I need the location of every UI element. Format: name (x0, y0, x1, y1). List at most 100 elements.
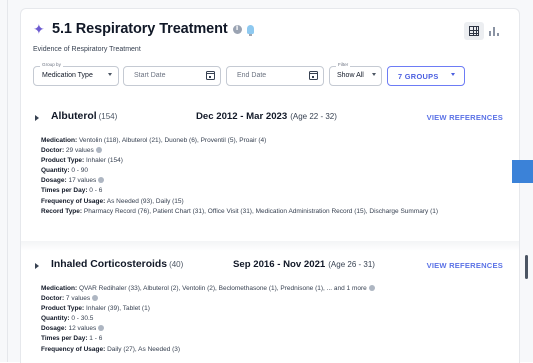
detail-value: Pharmacy Record (76), Patient Chart (31)… (83, 207, 439, 215)
end-date-field[interactable]: End Date (226, 66, 324, 86)
detail-row: Frequency of Usage: As Needed (93), Dail… (41, 197, 511, 207)
chart-view-button[interactable] (484, 22, 504, 40)
detail-row: Times per Day: 1 - 6 (41, 334, 511, 344)
end-date-placeholder: End Date (237, 72, 267, 79)
detail-value: Inhaler (154) (86, 157, 123, 165)
age-range: (Age 26 - 31) (328, 260, 375, 269)
detail-label: Times per Day: (41, 187, 88, 195)
group-section-inhaled-corticosteroids: Inhaled Corticosteroids (40) Sep 2016 - N… (33, 259, 511, 353)
detail-value: 7 values (65, 295, 91, 303)
lightbulb-icon[interactable] (246, 24, 254, 36)
section-divider (21, 241, 519, 251)
detail-row: Medication: QVAR Redihaler (33), Albuter… (41, 284, 511, 294)
calendar-icon[interactable] (309, 71, 318, 80)
age-range: (Age 22 - 32) (290, 112, 337, 121)
bar-chart-icon (489, 26, 499, 36)
info-icon[interactable] (95, 147, 102, 154)
scrollbar-thumb[interactable] (525, 255, 528, 279)
detail-row: Medication: Ventolin (118), Albuterol (2… (41, 136, 511, 146)
respiratory-treatment-card: ✦ 5.1 Respiratory Treatment Evidence of … (20, 8, 520, 363)
group-name: Albuterol (154) (51, 111, 118, 122)
filter-label: Filter (336, 62, 351, 68)
group-header[interactable]: Albuterol (154) Dec 2012 - Mar 2023 (Age 2… (33, 111, 511, 127)
chevron-down-icon (451, 73, 455, 76)
detail-value: 17 values (68, 177, 97, 185)
detail-row: Dosage: 12 values (41, 324, 511, 334)
card-subtitle: Evidence of Respiratory Treatment (33, 46, 141, 53)
group-count: (40) (169, 260, 184, 269)
info-icon[interactable] (368, 285, 375, 291)
detail-value: As Needed (93), Daily (15) (106, 197, 184, 205)
detail-label: Quantity: (41, 315, 70, 323)
detail-rows: Medication: QVAR Redihaler (33), Albuter… (41, 284, 511, 355)
detail-label: Dosage: (41, 177, 67, 185)
detail-label: Frequency of Usage: (41, 345, 106, 353)
detail-value: QVAR Redihaler (33), Albuterol (2), Vent… (78, 285, 367, 292)
detail-value: 12 values (68, 325, 97, 333)
chevron-down-icon (108, 73, 112, 76)
left-divider (7, 0, 8, 362)
detail-row: Product Type: Inhaler (154) (41, 156, 511, 166)
detail-label: Product Type: (41, 157, 85, 165)
detail-label: Product Type: (41, 305, 85, 313)
detail-value: Inhaler (39), Tablet (1) (86, 305, 150, 313)
calendar-icon[interactable] (206, 71, 215, 80)
detail-label: Quantity: (41, 167, 70, 175)
group-name: Inhaled Corticosteroids (40) (51, 259, 184, 270)
info-icon[interactable] (98, 325, 105, 332)
detail-row: Frequency of Usage: Daily (27), As Neede… (41, 345, 511, 355)
group-by-select[interactable]: Group by Medication Type (33, 62, 119, 86)
table-view-icon (469, 26, 479, 36)
detail-value: 0 - 6 (89, 187, 103, 195)
detail-value: 1 - 6 (89, 335, 103, 343)
detail-row: Quantity: 0 - 30.5 (41, 314, 511, 324)
side-panel-tab[interactable] (512, 160, 533, 183)
expand-triangle-icon[interactable] (35, 263, 39, 269)
detail-label: Record Type: (41, 207, 83, 215)
detail-label: Times per Day: (41, 335, 88, 343)
info-icon[interactable] (92, 295, 99, 302)
detail-row: Doctor: 29 values (41, 146, 511, 156)
date-range: Sep 2016 - Nov 2021 (Age 26 - 31) (233, 259, 375, 270)
detail-row: Product Type: Inhaler (39), Tablet (1) (41, 304, 511, 314)
detail-row: Dosage: 17 values (41, 176, 511, 186)
group-by-label: Group by (40, 62, 63, 68)
group-count: (154) (98, 112, 118, 121)
group-section-albuterol: Albuterol (154) Dec 2012 - Mar 2023 (Age 2… (33, 111, 511, 215)
start-date-placeholder: Start Date (134, 72, 166, 79)
detail-value: Ventolin (118), Albuterol (21), Duoneb (… (78, 137, 267, 144)
detail-label: Doctor: (41, 147, 65, 155)
expand-triangle-icon[interactable] (35, 115, 39, 121)
detail-label: Frequency of Usage: (41, 197, 106, 205)
detail-label: Medication: (41, 285, 78, 292)
detail-row: Times per Day: 0 - 6 (41, 186, 511, 196)
info-icon[interactable] (232, 24, 242, 34)
sparkle-icon: ✦ (33, 20, 45, 37)
detail-value: 0 - 30.5 (71, 315, 94, 323)
date-range: Dec 2012 - Mar 2023 (Age 22 - 32) (196, 111, 337, 122)
detail-label: Dosage: (41, 325, 67, 333)
view-references-link[interactable]: VIEW REFERENCES (427, 261, 503, 270)
view-references-link[interactable]: VIEW REFERENCES (427, 113, 503, 122)
detail-value: 29 values (65, 147, 94, 155)
detail-value: Daily (27), As Needed (3) (107, 345, 181, 353)
filter-value: Show All (337, 72, 364, 79)
detail-label: Doctor: (41, 295, 65, 303)
detail-row: Record Type: Pharmacy Record (76), Patie… (41, 207, 511, 217)
table-view-button[interactable] (464, 22, 484, 40)
detail-value: 0 - 90 (71, 167, 88, 175)
card-header: ✦ 5.1 Respiratory Treatment (33, 21, 254, 37)
filter-select[interactable]: Filter Show All (329, 62, 382, 86)
group-header[interactable]: Inhaled Corticosteroids (40) Sep 2016 - N… (33, 259, 511, 275)
detail-label: Medication: (41, 137, 78, 144)
group-by-value: Medication Type (42, 72, 93, 79)
view-toggle (464, 22, 504, 40)
detail-row: Doctor: 7 values (41, 294, 511, 304)
groups-button[interactable]: 7 GROUPS (387, 66, 465, 86)
chevron-down-icon (372, 73, 376, 76)
card-title: 5.1 Respiratory Treatment (52, 21, 228, 37)
detail-row: Quantity: 0 - 90 (41, 166, 511, 176)
start-date-field[interactable]: Start Date (123, 66, 221, 86)
groups-button-label: 7 GROUPS (398, 72, 439, 81)
info-icon[interactable] (98, 177, 105, 184)
